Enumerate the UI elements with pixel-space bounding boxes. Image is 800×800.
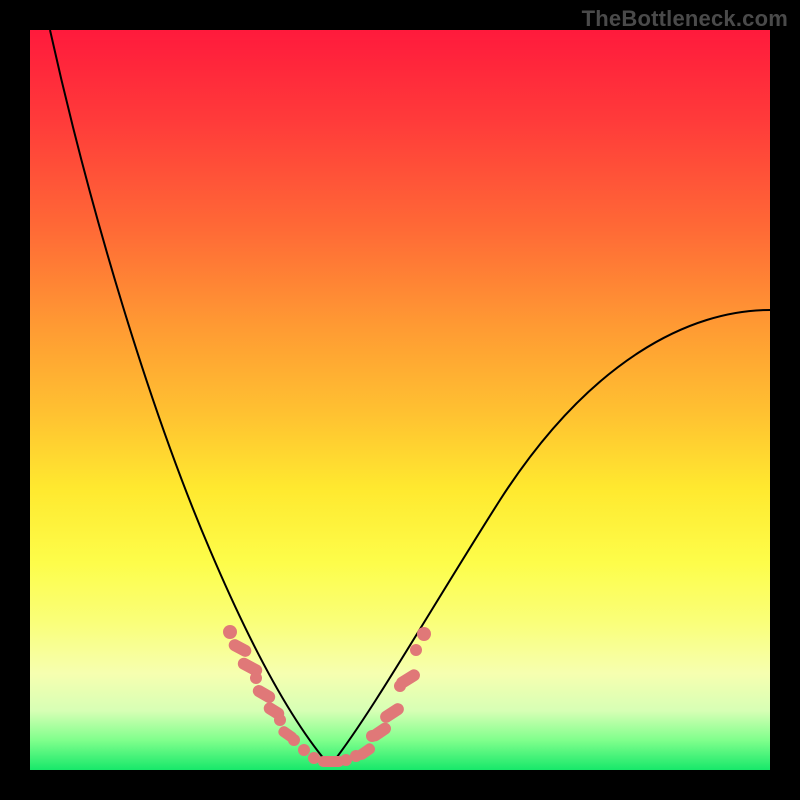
marker-dot [298, 744, 310, 756]
marker-dot [288, 734, 300, 746]
curve-right-branch [330, 310, 770, 766]
marker-bar [227, 637, 254, 659]
bottleneck-curve-svg [30, 30, 770, 770]
marker-dot [223, 625, 237, 639]
marker-dot [417, 627, 431, 641]
marker-bar [251, 683, 278, 705]
marker-group-left [223, 625, 310, 756]
marker-bar [318, 756, 344, 767]
marker-dot [274, 714, 286, 726]
outer-frame: TheBottleneck.com [0, 0, 800, 800]
marker-group-valley [308, 750, 362, 767]
marker-group-right [354, 627, 431, 762]
marker-dot [410, 644, 422, 656]
gradient-plot-area [30, 30, 770, 770]
branding-watermark: TheBottleneck.com [582, 6, 788, 32]
curve-left-branch [50, 30, 330, 766]
marker-dot [250, 672, 262, 684]
marker-bar [378, 701, 406, 725]
